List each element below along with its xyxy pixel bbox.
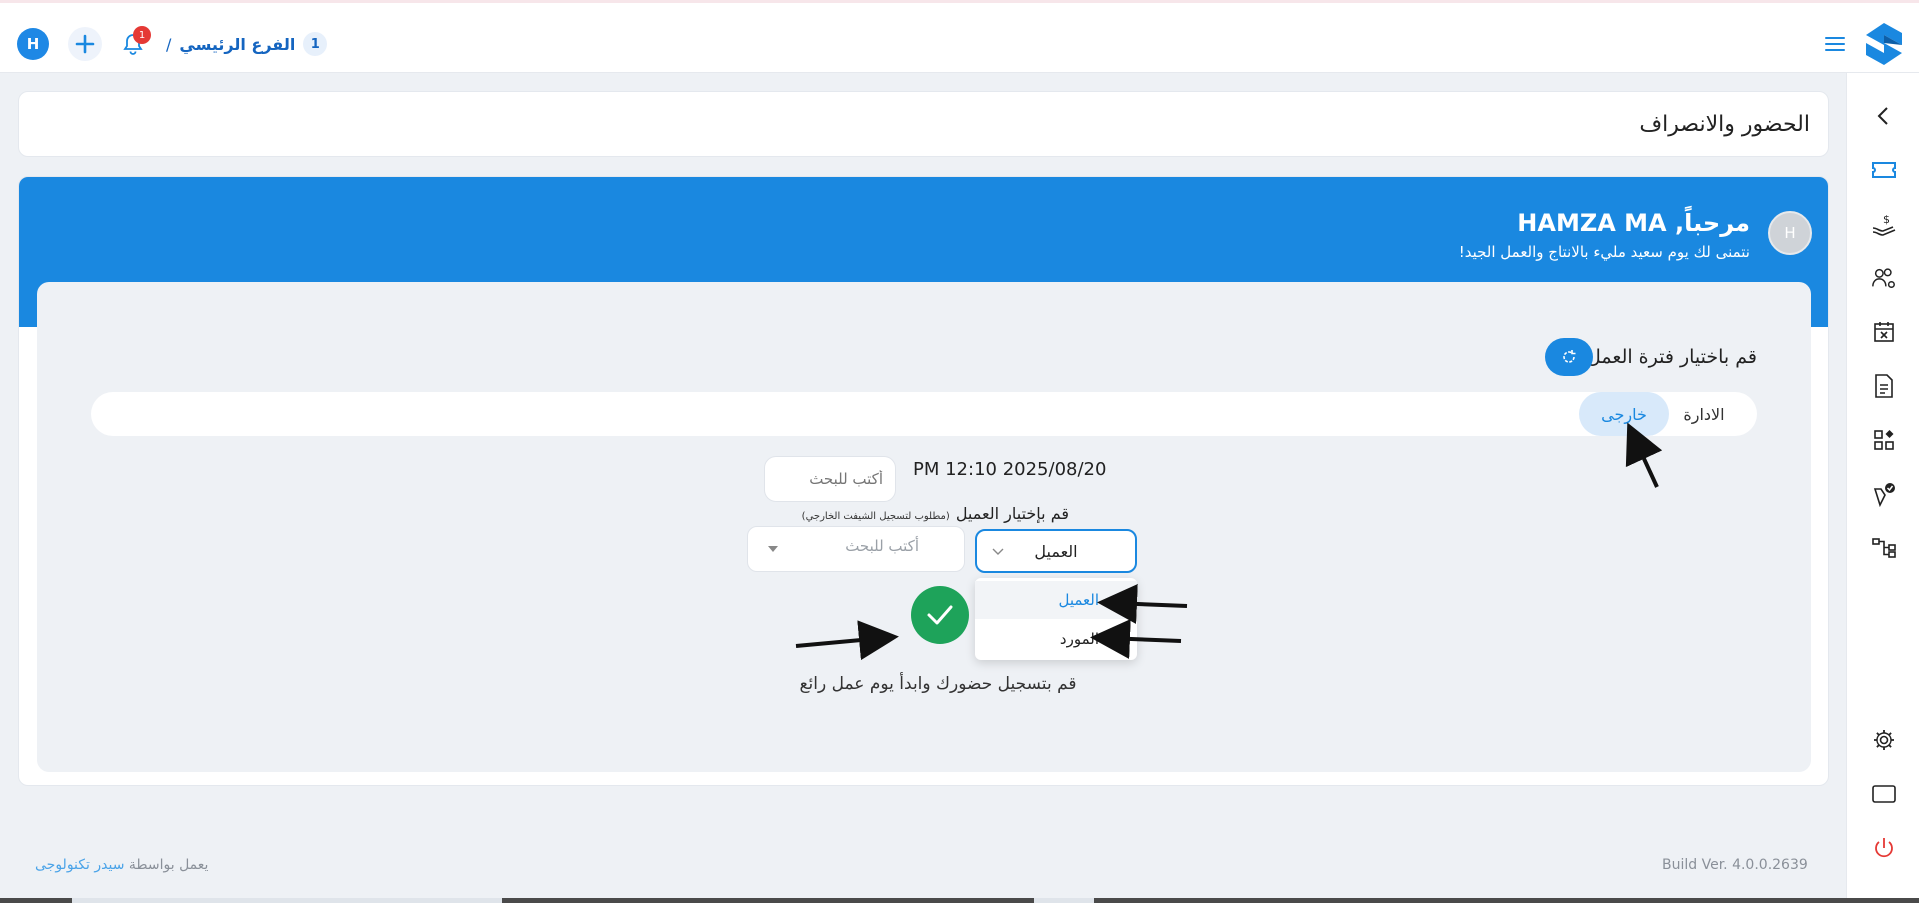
dropdown-option-supplier[interactable]: المورد (975, 620, 1137, 658)
user-avatar[interactable]: H (17, 28, 49, 60)
hierarchy-icon[interactable] (1871, 535, 1897, 561)
build-version: Build Ver. 4.0.0.2639 (1662, 857, 1808, 873)
work-period-tabs: الادارة خارجى (91, 392, 1757, 436)
client-type-dropdown: العميل المورد (975, 578, 1137, 660)
apps-icon[interactable] (1871, 427, 1897, 453)
tab-admin[interactable]: الادارة (1669, 392, 1739, 436)
powered-by-link[interactable]: سيدر تكنولوجى (35, 857, 124, 873)
branch-separator: / (166, 34, 172, 54)
check-icon (1116, 595, 1128, 605)
welcome-subtitle: نتمنى لك يوم سعيد مليء بالانتاج والعمل ا… (1458, 243, 1750, 261)
chevron-left-icon[interactable] (1871, 103, 1897, 129)
svg-text:$: $ (1883, 213, 1890, 226)
power-icon[interactable] (1871, 835, 1897, 861)
work-period-label: قم باختيار فترة العمل (1587, 346, 1757, 368)
plus-icon (75, 34, 95, 54)
chevron-down-icon (992, 548, 1004, 555)
caret-down-icon (768, 546, 778, 552)
client-label: قم بإختيار العميل (مطلوب لتسجيل الشيفت ا… (802, 504, 1069, 523)
powered-by: يعمل بواسطة سيدر تكنولوجى (35, 857, 208, 873)
screen-icon[interactable] (1871, 781, 1897, 807)
client-select-value: العميل (1034, 541, 1078, 561)
client-label-text: قم بإختيار العميل (955, 504, 1069, 523)
welcome-avatar: H (1768, 211, 1812, 255)
branch-selector[interactable]: 1 الفرع الرئيسي / (166, 31, 328, 57)
current-datetime: PM 12:10 2025/08/20 (913, 459, 1107, 480)
document-icon[interactable] (1871, 373, 1897, 399)
branch-name: الفرع الرئيسي (179, 34, 296, 54)
check-icon (927, 605, 953, 625)
scrollbar-segment (72, 898, 502, 903)
ticket-icon[interactable] (1871, 157, 1897, 183)
attendance-message: قم بتسجيل حضورك وابدأ يوم عمل رائع (799, 674, 1077, 694)
users-gear-icon[interactable] (1871, 265, 1897, 291)
dropdown-option-label: المورد (1059, 630, 1099, 648)
notification-badge: 1 (133, 26, 151, 44)
client-search-select[interactable]: أكتب للبحث (747, 526, 965, 572)
search-input[interactable] (764, 456, 896, 502)
check-in-button[interactable] (911, 586, 969, 644)
attendance-panel: قم باختيار فترة العمل الادارة خارجى PM 1… (37, 282, 1811, 772)
tab-external[interactable]: خارجى (1579, 392, 1669, 436)
menu-icon[interactable] (1824, 35, 1846, 53)
powered-by-text: يعمل بواسطة (128, 857, 209, 873)
page-title: الحضور والانصراف (1639, 112, 1810, 137)
hand-money-icon[interactable]: $ (1871, 211, 1897, 237)
bottom-scrollbar (0, 898, 1919, 903)
attendance-card: H مرحباً, HAMZA MA نتمنى لك يوم سعيد ملي… (18, 176, 1829, 786)
pen-check-icon[interactable] (1871, 481, 1897, 507)
dropdown-option-label: العميل (1058, 591, 1099, 609)
scrollbar-segment (1034, 898, 1094, 903)
top-bar: H 1 1 الفرع الرئيسي / (0, 3, 1919, 73)
client-type-select[interactable]: العميل (975, 529, 1137, 573)
client-label-note: (مطلوب لتسجيل الشيفت الخارجي) (801, 511, 950, 522)
welcome-greeting: مرحباً, HAMZA MA (1517, 209, 1750, 237)
settings-icon[interactable] (1871, 727, 1897, 753)
client-search-placeholder: أكتب للبحث (845, 537, 919, 555)
refresh-period-button[interactable] (1545, 338, 1593, 376)
branch-number: 1 (303, 32, 328, 56)
sidebar: $ (1846, 73, 1919, 903)
page-title-card: الحضور والانصراف (18, 91, 1829, 157)
dropdown-option-client[interactable]: العميل (975, 581, 1137, 619)
refresh-icon (1563, 350, 1576, 363)
app-logo (1866, 23, 1902, 65)
calendar-x-icon[interactable] (1871, 319, 1897, 345)
add-button[interactable] (68, 27, 102, 61)
